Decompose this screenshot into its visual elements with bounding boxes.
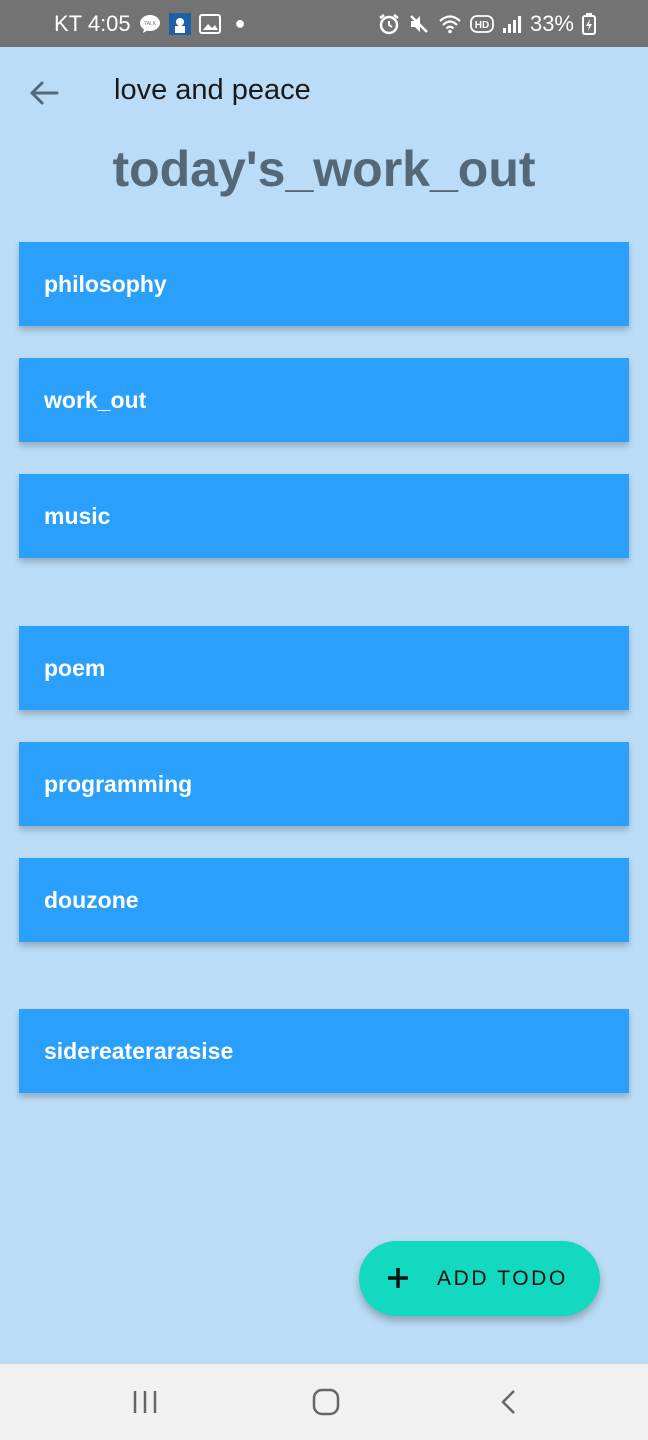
plus-icon [388,1268,408,1288]
todo-label: douzone [44,886,139,913]
todo-item-philosophy[interactable]: philosophy [19,242,629,326]
app-badge-icon [168,12,191,35]
svg-text:HD: HD [475,20,489,31]
system-nav-bar [0,1364,648,1440]
todo-item-douzone[interactable]: douzone [19,858,629,942]
status-right: HD 33% [378,11,596,37]
todo-item-sidereaterarasise[interactable]: sidereaterarasise [19,1009,629,1093]
hd-icon: HD [470,14,494,33]
back-button[interactable] [20,71,68,115]
wifi-icon [438,14,462,34]
todo-item-work-out[interactable]: work_out [19,358,629,442]
talk-icon: TALK [139,14,161,34]
add-todo-label: ADD TODO [437,1267,568,1290]
todo-label: poem [44,654,106,681]
todo-label: work_out [44,386,147,413]
todo-item-poem[interactable]: poem [19,626,629,710]
nav-back-button[interactable] [478,1378,538,1426]
status-bar: KT 4:05 TALK ● HD 33% [0,0,648,47]
status-left: KT 4:05 TALK ● [54,11,246,37]
mute-icon [408,13,430,35]
back-icon [501,1390,515,1414]
todo-label: sidereaterarasise [44,1037,234,1064]
recents-button[interactable] [115,1378,175,1426]
todo-item-music[interactable]: music [19,474,629,558]
todo-label: programming [44,770,193,797]
alarm-icon [378,13,400,35]
todo-label: philosophy [44,270,167,297]
recents-icon [133,1391,157,1413]
app-title: love and peace [114,74,311,106]
battery-icon [582,12,596,35]
signal-icon [502,14,522,34]
page-heading: today's_work_out [112,141,536,197]
todo-item-programming[interactable]: programming [19,742,629,826]
app-bar: love and peace [0,47,648,139]
home-button[interactable] [296,1378,356,1426]
gallery-icon [198,13,221,34]
battery-percent: 33% [529,10,574,36]
svg-text:TALK: TALK [144,21,157,27]
todo-label: music [44,502,111,529]
arrow-left-icon [30,81,59,105]
home-icon [312,1388,340,1416]
dot-icon: ● [234,13,246,33]
carrier-time: KT 4:05 [54,10,131,36]
add-todo-button[interactable]: ADD TODO [359,1241,600,1316]
